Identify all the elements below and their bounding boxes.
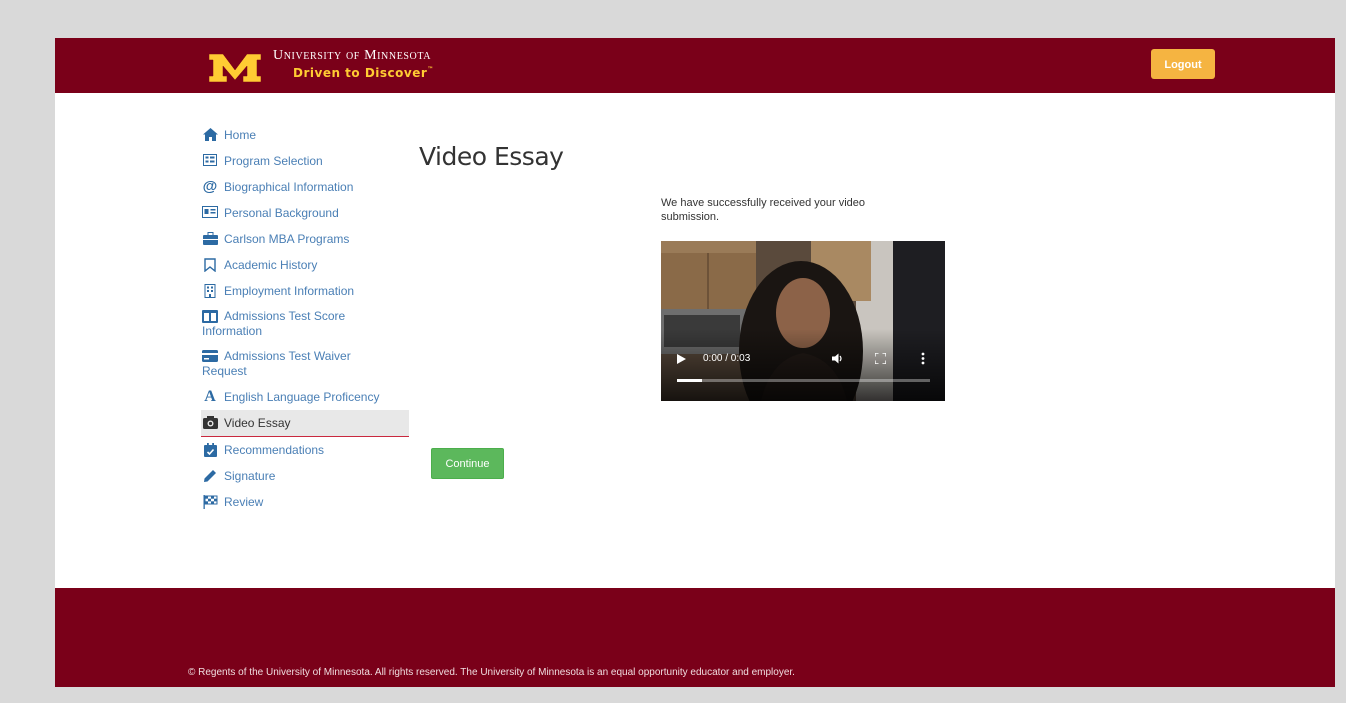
- video-controls: 0:00 / 0:03: [661, 349, 945, 389]
- video-time: 0:00 / 0:03: [703, 353, 751, 364]
- sidebar-item-label: Program Selection: [224, 153, 323, 168]
- sidebar-item-label: Personal Background: [224, 205, 339, 220]
- sidebar-item-label: Employment Information: [224, 283, 355, 298]
- university-tagline: Driven to Discover™: [293, 66, 434, 80]
- sidebar-item-signature[interactable]: Signature: [201, 463, 409, 489]
- sidebar-item-label: Admissions Test Waiver Request: [202, 349, 351, 378]
- sidebar-item-recommendations[interactable]: Recommendations: [201, 437, 409, 463]
- sidebar-item-label: Biographical Information: [224, 179, 354, 194]
- university-m-logo: [208, 53, 262, 83]
- volume-icon[interactable]: [832, 353, 844, 367]
- sidebar-item-academic-history[interactable]: Academic History: [201, 252, 409, 278]
- building-icon: [202, 284, 218, 298]
- briefcase-icon: [202, 232, 218, 246]
- sidebar-item-biographical-information[interactable]: @ Biographical Information: [201, 174, 409, 200]
- page-title: Video Essay: [419, 142, 564, 171]
- continue-button[interactable]: Continue: [431, 448, 504, 479]
- sidebar-item-label: Review: [224, 494, 264, 509]
- sidebar-item-employment-information[interactable]: Employment Information: [201, 278, 409, 304]
- more-options-icon[interactable]: [921, 352, 925, 368]
- sidebar-item-label: Video Essay: [224, 415, 291, 430]
- sidebar-item-admissions-test-waiver[interactable]: Admissions Test Waiver Request: [201, 344, 409, 384]
- site-footer: © Regents of the University of Minnesota…: [55, 588, 1335, 687]
- sidebar-item-home[interactable]: Home: [201, 122, 409, 148]
- sidebar-item-label: Home: [224, 127, 257, 142]
- sidebar-item-label: Admissions Test Score Information: [202, 309, 346, 338]
- footer-copyright: © Regents of the University of Minnesota…: [188, 667, 795, 678]
- sidebar-item-label: Carlson MBA Programs: [224, 231, 350, 246]
- site-header: University of Minnesota Driven to Discov…: [55, 38, 1335, 93]
- card-icon: [202, 350, 218, 364]
- sidebar-item-review[interactable]: Review: [201, 489, 409, 515]
- checkered-flag-icon: [202, 495, 218, 509]
- camera-icon: [202, 416, 218, 430]
- sidebar-item-label: English Language Proficency: [224, 389, 380, 404]
- play-icon[interactable]: [677, 354, 686, 367]
- video-progress-track[interactable]: [677, 379, 930, 382]
- id-card-icon: [202, 206, 218, 220]
- sidebar-item-personal-background[interactable]: Personal Background: [201, 200, 409, 226]
- columns-icon: [202, 310, 218, 324]
- bookmark-icon: [202, 258, 218, 273]
- sidebar-item-english-language-proficiency[interactable]: A English Language Proficency: [201, 384, 409, 410]
- application-sidebar: Home Program Selection @ Biographical In…: [201, 122, 409, 515]
- sidebar-item-program-selection[interactable]: Program Selection: [201, 148, 409, 174]
- submission-status-message: We have successfully received your video…: [661, 197, 866, 223]
- sidebar-item-admissions-test-score[interactable]: Admissions Test Score Information: [201, 304, 409, 344]
- list-icon: [202, 154, 218, 168]
- sidebar-item-label: Recommendations: [224, 442, 325, 457]
- university-name: University of Minnesota: [273, 48, 432, 63]
- sidebar-item-video-essay[interactable]: Video Essay: [201, 410, 409, 437]
- video-progress-fill: [677, 379, 703, 382]
- sidebar-item-label: Academic History: [224, 257, 318, 272]
- sidebar-item-carlson-mba-programs[interactable]: Carlson MBA Programs: [201, 226, 409, 252]
- video-player[interactable]: 0:00 / 0:03: [661, 241, 945, 401]
- application-frame: University of Minnesota Driven to Discov…: [55, 38, 1335, 687]
- sidebar-item-label: Signature: [224, 468, 276, 483]
- calendar-check-icon: [202, 443, 218, 457]
- letter-a-icon: A: [204, 388, 216, 405]
- at-icon: @: [202, 178, 218, 195]
- pencil-icon: [202, 469, 218, 483]
- fullscreen-icon[interactable]: [874, 352, 887, 367]
- home-icon: [202, 128, 218, 142]
- logout-button[interactable]: Logout: [1151, 49, 1215, 79]
